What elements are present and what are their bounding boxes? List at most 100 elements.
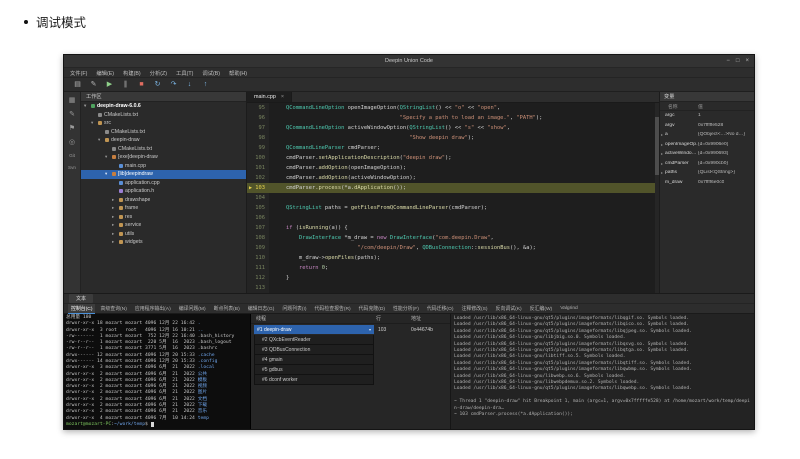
bottom-tab[interactable]: 注释修改(S) <box>458 304 490 314</box>
menu-item[interactable]: 编辑(E) <box>96 69 114 77</box>
bottom-tab[interactable]: 编译问题(M) <box>176 304 209 314</box>
code-line[interactable]: 107 if (isRunning(a)) { <box>247 223 659 233</box>
tree-item[interactable]: ▾ deepin-draw <box>81 136 246 145</box>
tree-item[interactable]: ▾ [lib]deepindraw <box>81 170 246 179</box>
step-out-icon[interactable]: ↑ <box>201 81 210 88</box>
variable-row[interactable]: ▸ a {QObject<…>No d…} <box>660 130 754 140</box>
debug-stop-icon[interactable]: ■ <box>137 81 146 88</box>
line-gutter[interactable]: 102 <box>247 173 269 183</box>
tree-item[interactable]: ▸ frame <box>81 204 246 213</box>
line-gutter[interactable]: 113 <box>247 283 269 293</box>
line-gutter[interactable]: 98 <box>247 133 269 143</box>
runner-icon[interactable]: ◎ <box>69 139 75 146</box>
tree-item[interactable]: ▸ res <box>81 213 246 222</box>
bottom-tab[interactable]: 问题列表(I) <box>279 304 309 314</box>
code-line[interactable]: 102 cmdParser.addOption(activeWindowOpti… <box>247 173 659 183</box>
recent-icon[interactable]: ▦ <box>69 97 76 104</box>
line-gutter[interactable]: 109 <box>247 243 269 253</box>
code-line[interactable]: 99 QCommandLineParser cmdParser; <box>247 143 659 153</box>
tree-item[interactable]: application.h <box>81 187 246 196</box>
step-over-icon[interactable]: ↷ <box>169 81 178 88</box>
code-line[interactable]: ▶ 103 cmdParser.process(*a.dApplication()… <box>247 183 659 193</box>
tree-item[interactable]: CMakeLists.txt <box>81 111 246 120</box>
bottom-tab[interactable]: 代码迁移(O) <box>424 304 457 314</box>
debug-restart-icon[interactable]: ↻ <box>153 81 162 88</box>
code-line[interactable]: 111 return 0; <box>247 263 659 273</box>
tree-item[interactable]: ▾ deepin-draw-6.0.6 <box>81 102 246 111</box>
line-gutter[interactable]: 111 <box>247 263 269 273</box>
line-gutter[interactable]: 100 <box>247 153 269 163</box>
tree-item[interactable]: application.cpp <box>81 179 246 188</box>
bottom-tab[interactable]: 控制台(C) <box>68 303 96 314</box>
tree-item[interactable]: ▸ widgets <box>81 238 246 247</box>
code-area[interactable]: 95 QCommandLineOption openImageOption(QS… <box>247 103 659 293</box>
line-gutter[interactable]: ▶ 103 <box>247 183 269 193</box>
titlebar[interactable]: Deepin Union Code − □ × <box>64 55 754 68</box>
editor-tab-main-cpp[interactable]: main.cpp × <box>247 92 293 102</box>
line-gutter[interactable]: 97 <box>247 123 269 133</box>
thread-selector[interactable]: #1 deepin-draw ▾ <box>254 325 374 334</box>
variable-row[interactable]: m_draw 0x7ffff6e0c0 <box>660 178 754 188</box>
code-line[interactable]: 100 cmdParser.setApplicationDescription(… <box>247 153 659 163</box>
bottom-tab[interactable]: 编辑日志(G) <box>245 304 278 314</box>
code-line[interactable]: 95 QCommandLineOption openImageOption(QS… <box>247 103 659 113</box>
tree-item[interactable]: ▾ src <box>81 119 246 128</box>
variable-row[interactable]: ▸ paths {QList<QString>} <box>660 168 754 178</box>
tree-item[interactable]: ▸ drawshape <box>81 196 246 205</box>
close-button[interactable]: × <box>745 58 749 64</box>
line-gutter[interactable]: 99 <box>247 143 269 153</box>
code-line[interactable]: 106 <box>247 213 659 223</box>
step-into-icon[interactable]: ↓ <box>185 81 194 88</box>
line-gutter[interactable]: 101 <box>247 163 269 173</box>
menu-item[interactable]: 文件(F) <box>70 69 87 77</box>
bottom-tab[interactable]: 反汇编(W) <box>527 304 556 314</box>
menu-item[interactable]: 工具(T) <box>176 69 193 77</box>
tree-item[interactable]: ▾ [exe]deepin-draw <box>81 153 246 162</box>
line-gutter[interactable]: 107 <box>247 223 269 233</box>
code-line[interactable]: 97 QCommandLineOption activeWindowOption… <box>247 123 659 133</box>
bottom-tab[interactable]: 高级查询(N) <box>97 304 129 314</box>
thread-item[interactable]: #6 dconf worker <box>254 375 374 385</box>
variable-row[interactable]: argc 1 <box>660 111 754 121</box>
debug-icon[interactable]: ⚑ <box>69 125 75 132</box>
debug-pause-icon[interactable]: ∥ <box>121 81 130 88</box>
thread-item[interactable]: #2 QXcbEventReader <box>254 335 374 345</box>
bottom-tab[interactable]: 性能分析(F) <box>390 304 422 314</box>
open-project-icon[interactable]: ▤ <box>73 81 82 88</box>
line-gutter[interactable]: 104 <box>247 193 269 203</box>
editor-scrollbar[interactable] <box>655 103 659 293</box>
bottom-tab[interactable]: 代码检查报告(R) <box>312 304 354 314</box>
code-line[interactable]: 101 cmdParser.addOption(openImageOption)… <box>247 163 659 173</box>
close-tab-icon[interactable]: × <box>281 94 284 100</box>
thread-item[interactable]: #3 QDBusConnection <box>254 345 374 355</box>
tree-item[interactable]: ▸ utils <box>81 230 246 239</box>
variable-row[interactable]: ▸ openImageOp… {d=0x9906e0} <box>660 140 754 150</box>
line-gutter[interactable]: 112 <box>247 273 269 283</box>
thread-item[interactable]: #4 gmain <box>254 355 374 365</box>
bottom-tab[interactable]: 断点列表(B) <box>211 304 243 314</box>
menu-item[interactable]: 调试(B) <box>202 69 220 77</box>
menu-item[interactable]: 构建(B) <box>123 69 141 77</box>
terminal[interactable]: 总用量 180 drwxr-xr-x 18 mozart mozart 4096 … <box>64 314 251 429</box>
code-line[interactable]: 108 DrawInterface *m_draw = new DrawInte… <box>247 233 659 243</box>
subtab-text[interactable]: 文本 <box>69 294 94 303</box>
code-line[interactable]: 113 <box>247 283 659 293</box>
code-line[interactable]: 98 "Show deepin draw"); <box>247 133 659 143</box>
variable-row[interactable]: ▸ activeWindo… {d=0x990693} <box>660 149 754 159</box>
minimize-button[interactable]: − <box>726 58 730 64</box>
scrollbar-thumb[interactable] <box>655 117 659 175</box>
line-gutter[interactable]: 105 <box>247 203 269 213</box>
line-gutter[interactable]: 108 <box>247 233 269 243</box>
bottom-tab[interactable]: Valgrind <box>557 305 581 313</box>
code-line[interactable]: 96 "Specify a path to load an image.", "… <box>247 113 659 123</box>
variable-row[interactable]: argv 0x7fffffe528 <box>660 121 754 131</box>
edit-mode-icon[interactable]: ✎ <box>89 81 98 88</box>
tree-item[interactable]: ▸ service <box>81 221 246 230</box>
code-line[interactable]: 112 } <box>247 273 659 283</box>
activity-label[interactable]: Svn <box>68 165 76 170</box>
code-line[interactable]: 105 QStringList paths = getFilesFromQCom… <box>247 203 659 213</box>
thread-item[interactable]: #5 gdbus <box>254 365 374 375</box>
menu-item[interactable]: 帮助(H) <box>229 69 247 77</box>
line-gutter[interactable]: 110 <box>247 253 269 263</box>
tree-item[interactable]: CMakeLists.txt <box>81 128 246 137</box>
